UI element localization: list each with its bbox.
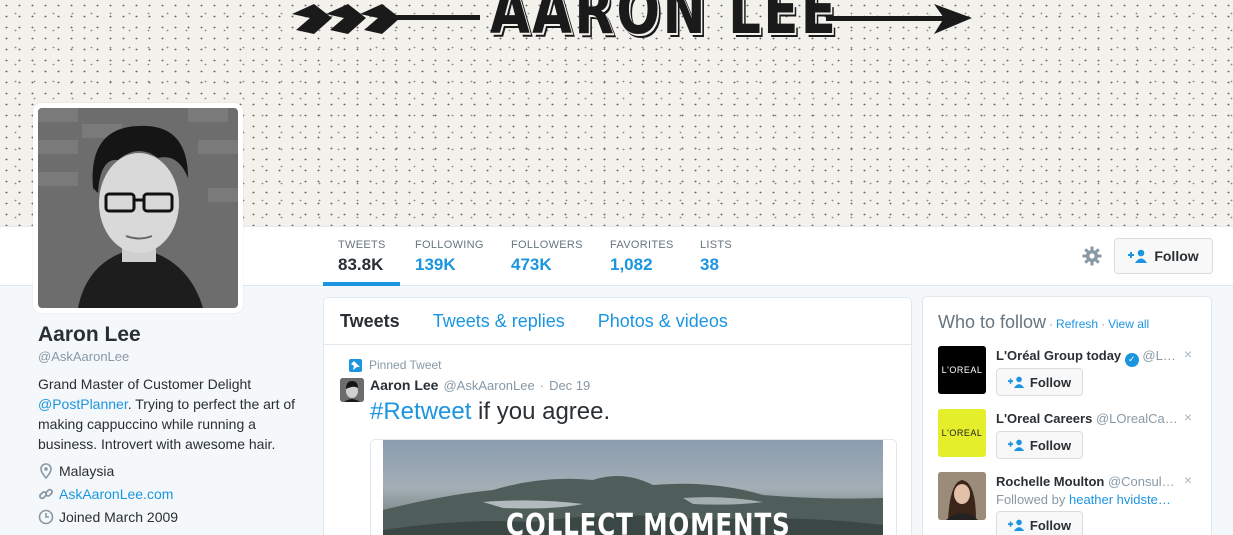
stat-label: FOLLOWERS xyxy=(511,239,583,251)
profile-handle[interactable]: @AskAaronLee xyxy=(38,349,129,364)
stat-label: LISTS xyxy=(700,239,733,251)
stat-followers[interactable]: FOLLOWERS 473K xyxy=(511,227,583,286)
tweet-media[interactable]: COLLECT MOMENTS xyxy=(370,439,897,535)
close-icon[interactable]: × xyxy=(1184,346,1192,362)
follow-label: Follow xyxy=(1029,517,1072,533)
suggestion-name-line: L'Oreal Careers @LOrealCa… xyxy=(996,411,1186,426)
stat-value: 83.8K xyxy=(338,255,384,274)
tweet-timeline: Tweets Tweets & replies Photos & videos … xyxy=(323,297,912,535)
follow-button-label: Follow xyxy=(1154,248,1199,264)
profile-avatar[interactable] xyxy=(33,103,243,313)
pinned-text: Pinned Tweet xyxy=(369,358,442,372)
arrow-fletching-icon xyxy=(292,4,480,34)
stat-following[interactable]: FOLLOWING 139K xyxy=(415,227,484,286)
tab-tweets-replies[interactable]: Tweets & replies xyxy=(433,311,565,332)
stat-favorites[interactable]: FAVORITES 1,082 xyxy=(610,227,674,286)
loreal-logo: L'OREAL xyxy=(941,428,983,438)
close-icon[interactable]: × xyxy=(1184,409,1192,425)
close-icon[interactable]: × xyxy=(1184,472,1192,488)
wtf-header: Who to follow · Refresh · View all xyxy=(938,312,1149,333)
suggestion-name[interactable]: L'Oréal Group today xyxy=(996,348,1121,363)
separator: · xyxy=(1101,317,1106,331)
follow-button[interactable]: Follow xyxy=(1114,238,1213,274)
stat-lists[interactable]: LISTS 38 xyxy=(700,227,732,286)
arrow-head-icon xyxy=(826,4,972,34)
tab-tweets[interactable]: Tweets xyxy=(340,311,400,332)
hashtag-link[interactable]: #Retweet xyxy=(370,398,471,425)
pinned-label: Pinned Tweet xyxy=(349,358,442,372)
stat-label: TWEETS xyxy=(338,239,386,251)
tweet-avatar[interactable] xyxy=(340,378,364,402)
tweet-author-handle[interactable]: @AskAaronLee xyxy=(443,378,534,393)
link-icon xyxy=(38,488,54,500)
suggestion-follow-button[interactable]: Follow xyxy=(996,431,1083,459)
stat-value: 38 xyxy=(700,255,719,274)
location-text: Malaysia xyxy=(59,463,115,479)
followed-by-link[interactable]: heather hvidste… xyxy=(1069,492,1171,507)
suggestion-follow-button[interactable]: Follow xyxy=(996,368,1083,396)
profile-bio: Grand Master of Customer Delight @PostPl… xyxy=(38,374,308,454)
verified-badge-icon: ✓ xyxy=(1124,352,1139,367)
suggestion-follow-button[interactable]: Follow xyxy=(996,511,1083,535)
bio-mention-link[interactable]: @PostPlanner xyxy=(38,396,128,412)
bio-text: Grand Master of Customer Delight xyxy=(38,376,252,392)
stat-value: 473K xyxy=(511,255,552,274)
follow-suggestion: L'OREAL L'Oréal Group today ✓ @L… × Foll… xyxy=(938,346,1203,402)
suggestion-avatar[interactable]: L'OREAL xyxy=(938,409,986,457)
profile-name[interactable]: Aaron Lee xyxy=(38,323,141,347)
stat-label: FAVORITES xyxy=(610,239,674,251)
stat-tweets[interactable]: TWEETS 83.8K xyxy=(323,227,400,286)
tab-photos-videos[interactable]: Photos & videos xyxy=(598,311,728,332)
suggestion-name[interactable]: L'Oreal Careers xyxy=(996,411,1092,426)
stat-value: 139K xyxy=(415,255,456,274)
view-all-link[interactable]: View all xyxy=(1108,317,1149,331)
suggestion-name[interactable]: Rochelle Moulton xyxy=(996,474,1104,489)
calendar-icon xyxy=(38,509,54,525)
follow-label: Follow xyxy=(1029,374,1072,390)
profile-website[interactable]: AskAaronLee.com xyxy=(38,486,173,502)
suggestion-handle[interactable]: @L… xyxy=(1142,348,1175,363)
wtf-title: Who to follow xyxy=(938,312,1047,332)
profile-location: Malaysia xyxy=(38,463,114,479)
media-caption: COLLECT MOMENTS xyxy=(506,508,791,535)
follow-suggestion: L'OREAL L'Oreal Careers @LOrealCa… × Fol… xyxy=(938,409,1203,465)
banner-title: AARON LEE xyxy=(490,0,839,49)
who-to-follow: Who to follow · Refresh · View all L'ORE… xyxy=(922,296,1212,535)
separator: · xyxy=(1049,317,1054,331)
followed-by-prefix: Followed by xyxy=(996,492,1069,507)
timeline-tabs: Tweets Tweets & replies Photos & videos xyxy=(324,298,911,345)
followed-by-text: Followed by heather hvidste… xyxy=(996,492,1186,507)
pin-icon xyxy=(349,358,362,372)
suggestion-name-line: Rochelle Moulton @Consul… xyxy=(996,474,1186,489)
tweet-author-name[interactable]: Aaron Lee xyxy=(370,377,438,393)
suggestion-handle[interactable]: @LOrealCa… xyxy=(1096,411,1178,426)
refresh-link[interactable]: Refresh xyxy=(1056,317,1098,331)
location-pin-icon xyxy=(40,463,52,479)
tweet-date[interactable]: Dec 19 xyxy=(549,378,590,393)
stat-label: FOLLOWING xyxy=(415,239,484,251)
add-user-icon xyxy=(1007,519,1025,531)
add-user-icon xyxy=(1128,249,1148,263)
gear-icon[interactable] xyxy=(1082,246,1102,266)
media-image: COLLECT MOMENTS xyxy=(383,440,883,535)
follow-suggestion: Rochelle Moulton @Consul… Followed by he… xyxy=(938,472,1203,535)
website-link[interactable]: AskAaronLee.com xyxy=(59,486,173,502)
profile-joined: Joined March 2009 xyxy=(38,509,178,525)
stat-value: 1,082 xyxy=(610,255,653,274)
suggestion-handle[interactable]: @Consul… xyxy=(1108,474,1175,489)
follow-label: Follow xyxy=(1029,437,1072,453)
tweet-header: Aaron Lee @AskAaronLee · Dec 19 xyxy=(370,377,590,393)
suggestion-avatar[interactable] xyxy=(938,472,986,520)
add-user-icon xyxy=(1007,376,1025,388)
loreal-logo: L'OREAL xyxy=(941,365,983,375)
tweet-text: #Retweet if you agree. xyxy=(370,398,610,426)
separator: · xyxy=(539,378,545,393)
suggestion-name-line: L'Oréal Group today ✓ @L… xyxy=(996,348,1186,367)
joined-text: Joined March 2009 xyxy=(59,509,179,525)
suggestion-avatar[interactable]: L'OREAL xyxy=(938,346,986,394)
avatar-photo xyxy=(38,108,238,308)
add-user-icon xyxy=(1007,439,1025,451)
tweet-body: if you agree. xyxy=(471,398,611,425)
